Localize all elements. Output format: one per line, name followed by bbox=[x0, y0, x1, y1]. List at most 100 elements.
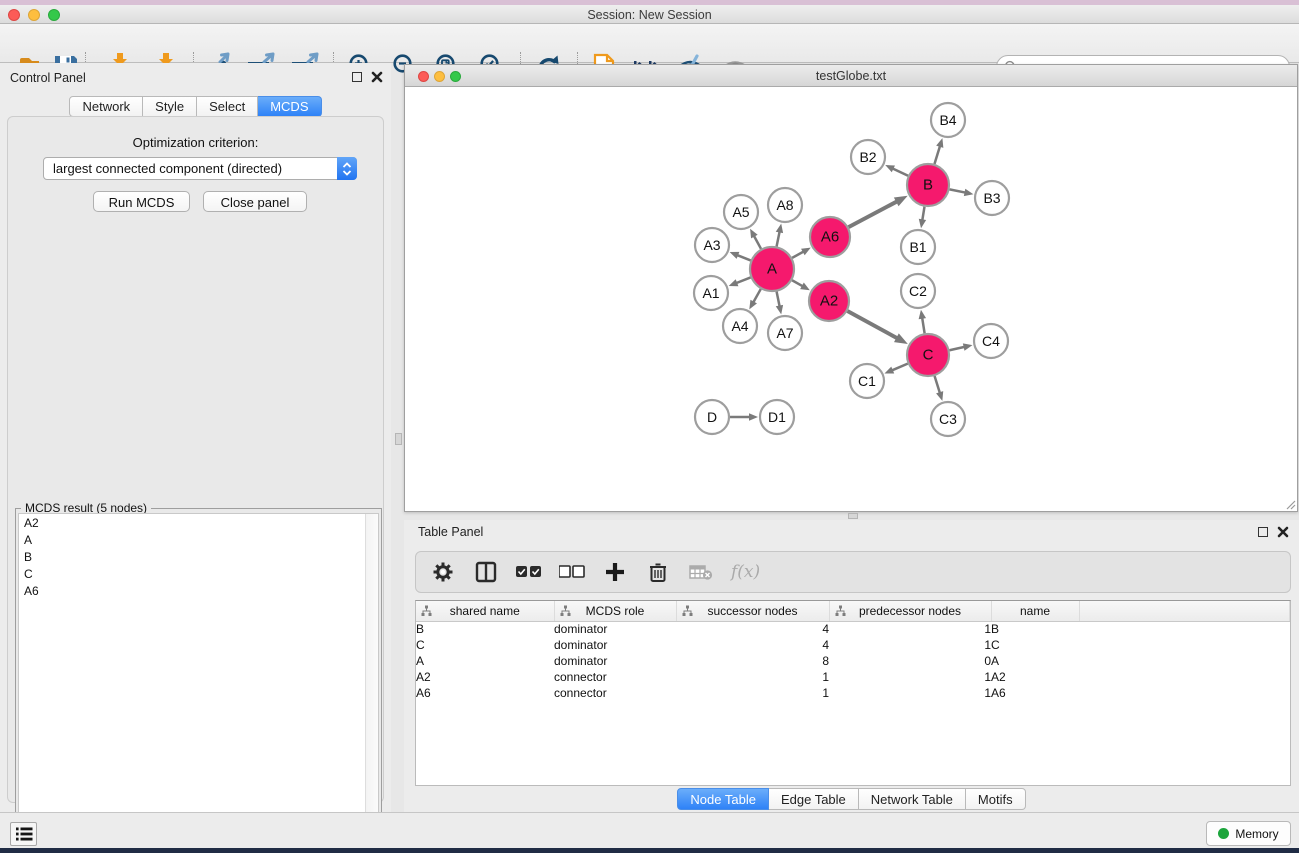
close-panel-button[interactable]: Close panel bbox=[203, 191, 307, 212]
tab-select[interactable]: Select bbox=[197, 96, 258, 117]
graph-arrowhead bbox=[894, 196, 908, 207]
table-cell[interactable]: 1 bbox=[829, 669, 991, 685]
table-cell[interactable]: A bbox=[416, 653, 554, 669]
table-row[interactable]: Bdominator41B bbox=[416, 621, 1290, 637]
delete-column-icon[interactable] bbox=[645, 559, 671, 585]
graph-edge-A-A4[interactable] bbox=[753, 289, 761, 303]
close-panel-icon[interactable] bbox=[1277, 526, 1289, 538]
table-cell[interactable]: C bbox=[991, 637, 1079, 653]
delete-table-icon[interactable] bbox=[688, 559, 714, 585]
graph-edge-A6-B[interactable] bbox=[849, 201, 898, 227]
graph-node-label: A7 bbox=[776, 325, 793, 341]
table-cell[interactable]: A bbox=[991, 653, 1079, 669]
mcds-result-box: MCDS result (5 nodes) A2ABCA6 bbox=[15, 508, 382, 853]
table-cell[interactable]: 0 bbox=[829, 653, 991, 669]
graph-edge-B-B3[interactable] bbox=[950, 189, 967, 192]
column-header-name[interactable]: name bbox=[991, 601, 1079, 621]
float-panel-icon[interactable] bbox=[352, 72, 362, 82]
table-row[interactable]: Adominator80A bbox=[416, 653, 1290, 669]
select-stepper-icon bbox=[337, 157, 357, 180]
mcds-result-item[interactable]: B bbox=[19, 548, 378, 565]
table-cell[interactable]: dominator bbox=[554, 637, 676, 653]
select-all-columns-icon[interactable] bbox=[516, 559, 542, 585]
table-cell[interactable]: B bbox=[416, 621, 554, 637]
table-tab-node-table[interactable]: Node Table bbox=[677, 788, 769, 810]
table-tab-network-table[interactable]: Network Table bbox=[859, 788, 966, 810]
table-cell[interactable]: 1 bbox=[676, 669, 829, 685]
criterion-select[interactable]: largest connected component (directed) bbox=[43, 157, 357, 180]
table-cell[interactable]: 1 bbox=[829, 685, 991, 701]
splitter-handle[interactable] bbox=[395, 433, 402, 445]
column-header-MCDS-role[interactable]: MCDS role bbox=[554, 601, 676, 621]
table-cell[interactable]: 4 bbox=[676, 621, 829, 637]
table-cell[interactable]: B bbox=[991, 621, 1079, 637]
graph-edge-A-A2[interactable] bbox=[792, 280, 804, 287]
float-panel-icon[interactable] bbox=[1258, 527, 1268, 537]
create-column-icon[interactable] bbox=[602, 559, 628, 585]
column-header-successor-nodes[interactable]: successor nodes bbox=[676, 601, 829, 621]
table-row[interactable]: A2connector11A2 bbox=[416, 669, 1290, 685]
run-mcds-button[interactable]: Run MCDS bbox=[93, 191, 190, 212]
memory-button[interactable]: Memory bbox=[1206, 821, 1291, 846]
graph-edge-C-C2[interactable] bbox=[922, 317, 925, 334]
graph-arrowhead bbox=[963, 343, 973, 350]
tab-style[interactable]: Style bbox=[143, 96, 197, 117]
graph-edge-A-A3[interactable] bbox=[736, 255, 751, 261]
table-cell[interactable]: A6 bbox=[416, 685, 554, 701]
resize-grip-icon[interactable] bbox=[1284, 498, 1296, 510]
graph-edge-B-B1[interactable] bbox=[922, 207, 924, 222]
table-header-row[interactable]: shared nameMCDS rolesuccessor nodesprede… bbox=[416, 601, 1290, 621]
show-columns-icon[interactable] bbox=[473, 559, 499, 585]
graph-node-label: B bbox=[923, 177, 933, 194]
table-cell[interactable]: 8 bbox=[676, 653, 829, 669]
mcds-result-item[interactable]: A2 bbox=[19, 514, 378, 531]
function-builder-button[interactable]: f(x) bbox=[731, 562, 760, 582]
unselect-all-columns-icon[interactable] bbox=[559, 559, 585, 585]
table-cell[interactable]: 4 bbox=[676, 637, 829, 653]
scrollbar[interactable] bbox=[365, 514, 378, 849]
graph-edge-A-A6[interactable] bbox=[792, 251, 804, 258]
table-cell[interactable]: connector bbox=[554, 669, 676, 685]
table-cell[interactable]: A2 bbox=[416, 669, 554, 685]
column-header-predecessor-nodes[interactable]: predecessor nodes bbox=[829, 601, 991, 621]
graph-edge-A-A5[interactable] bbox=[753, 235, 761, 249]
graph-arrowhead bbox=[964, 189, 974, 196]
mcds-result-list[interactable]: A2ABCA6 bbox=[18, 513, 379, 850]
network-canvas[interactable]: AA6A2BCA1A3A4A5A7A8B1B2B3B4C1C2C3C4DD1 bbox=[405, 87, 1297, 511]
close-panel-icon[interactable] bbox=[371, 71, 383, 83]
graph-edge-B-B2[interactable] bbox=[892, 168, 909, 176]
table-cell[interactable]: C bbox=[416, 637, 554, 653]
table-row[interactable]: Cdominator41C bbox=[416, 637, 1290, 653]
table-cell[interactable]: A6 bbox=[991, 685, 1079, 701]
graph-edge-A-A7[interactable] bbox=[777, 292, 780, 308]
graph-node-label: A bbox=[767, 261, 777, 278]
network-graph[interactable]: AA6A2BCA1A3A4A5A7A8B1B2B3B4C1C2C3C4DD1 bbox=[405, 87, 1297, 511]
mcds-result-item[interactable]: A bbox=[19, 531, 378, 548]
mcds-result-item[interactable]: A6 bbox=[19, 582, 378, 599]
table-cell[interactable]: A2 bbox=[991, 669, 1079, 685]
table-cell[interactable]: dominator bbox=[554, 621, 676, 637]
tab-mcds[interactable]: MCDS bbox=[258, 96, 321, 117]
table-cell[interactable]: 1 bbox=[829, 637, 991, 653]
splitter-handle[interactable] bbox=[848, 513, 858, 519]
table-tab-edge-table[interactable]: Edge Table bbox=[769, 788, 859, 810]
graph-edge-C-C4[interactable] bbox=[949, 347, 965, 351]
table-cell[interactable]: 1 bbox=[829, 621, 991, 637]
table-row[interactable]: A6connector11A6 bbox=[416, 685, 1290, 701]
graph-edge-B-B4[interactable] bbox=[934, 145, 940, 164]
table-cell[interactable]: 1 bbox=[676, 685, 829, 701]
table-cell-filler bbox=[1079, 653, 1290, 669]
task-history-button[interactable] bbox=[10, 822, 37, 846]
graph-edge-C-C1[interactable] bbox=[891, 364, 908, 371]
table-tab-motifs[interactable]: Motifs bbox=[966, 788, 1026, 810]
table-cell[interactable]: dominator bbox=[554, 653, 676, 669]
table-settings-gear-icon[interactable] bbox=[430, 559, 456, 585]
tab-network[interactable]: Network bbox=[69, 96, 143, 117]
graph-edge-A-A8[interactable] bbox=[777, 230, 780, 246]
mcds-result-item[interactable]: C bbox=[19, 565, 378, 582]
table-cell[interactable]: connector bbox=[554, 685, 676, 701]
graph-edge-A-A1[interactable] bbox=[735, 277, 750, 283]
column-header-shared-name[interactable]: shared name bbox=[416, 601, 554, 621]
graph-edge-A2-C[interactable] bbox=[847, 311, 898, 339]
graph-edge-C-C3[interactable] bbox=[935, 376, 941, 394]
